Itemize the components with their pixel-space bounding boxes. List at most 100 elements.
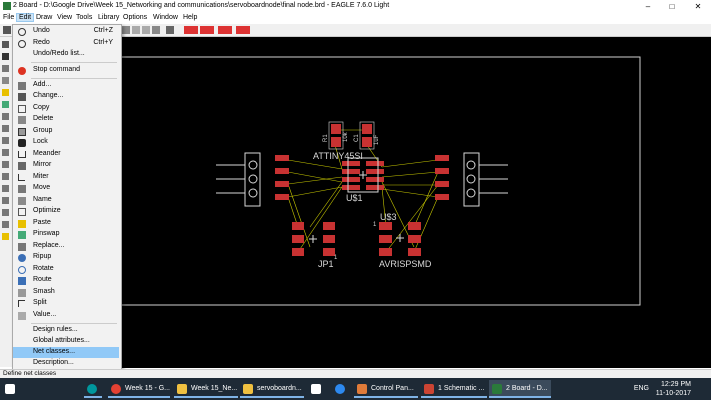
tool-wire-icon[interactable] xyxy=(2,149,9,156)
tool-warning-icon[interactable] xyxy=(2,233,9,240)
taskbar-folder-servoboard[interactable]: servoboardn... xyxy=(240,380,304,398)
tool-auto-icon[interactable] xyxy=(2,209,9,216)
pinswap-icon xyxy=(18,231,26,239)
status-text: Define net classes xyxy=(3,370,57,377)
tool-move-icon[interactable] xyxy=(2,113,9,120)
minimize-icon[interactable]: – xyxy=(640,1,656,12)
menu-item-move[interactable]: Move xyxy=(13,183,119,194)
right-header xyxy=(435,152,508,207)
redo-toolbar-icon[interactable] xyxy=(142,26,150,34)
menu-item-ripup[interactable]: Ripup xyxy=(13,252,119,263)
drc-icon[interactable] xyxy=(184,26,198,34)
add-icon xyxy=(18,82,26,90)
taskbar-edge[interactable] xyxy=(332,380,350,398)
maximize-icon[interactable]: □ xyxy=(664,1,680,12)
stop-icon xyxy=(18,67,26,75)
menu-item-split[interactable]: Split xyxy=(13,298,119,309)
menu-item-mirror[interactable]: Mirror xyxy=(13,160,119,171)
taskbar-folder-week15[interactable]: Week 15_Ne... xyxy=(174,380,238,398)
menu-separator xyxy=(31,323,117,324)
menu-item-smash[interactable]: Smash xyxy=(13,287,119,298)
mirror-icon xyxy=(18,162,26,170)
stop-toolbar-icon[interactable] xyxy=(152,26,160,34)
clock-date[interactable]: 11-10-2017 xyxy=(656,390,691,397)
menu-item-description[interactable]: Description... xyxy=(13,358,119,369)
clock-time[interactable]: 12:29 PM xyxy=(661,381,691,388)
menu-item-lock[interactable]: Lock xyxy=(13,137,119,148)
menu-help[interactable]: Help xyxy=(181,14,199,21)
open-icon[interactable] xyxy=(3,26,11,34)
mcu-ref-label: U$1 xyxy=(346,193,363,203)
split-icon xyxy=(18,300,25,307)
menu-item-add[interactable]: Add... xyxy=(13,80,119,91)
menu-item-redo[interactable]: Redo Ctrl+Y xyxy=(13,38,119,49)
menu-item-value[interactable]: Value... xyxy=(13,310,119,321)
taskbar-eagle-board[interactable]: 2 Board - D... xyxy=(489,380,551,398)
value-icon xyxy=(18,312,26,320)
tool-show-icon[interactable] xyxy=(2,53,9,60)
tool-erc-icon[interactable] xyxy=(2,221,9,228)
menu-item-group[interactable]: Group xyxy=(13,126,119,137)
help-icon[interactable] xyxy=(166,26,174,34)
menu-item-design-rules[interactable]: Design rules... xyxy=(13,325,119,336)
r1-value-label: 10k xyxy=(343,131,349,142)
menu-view[interactable]: View xyxy=(55,14,74,21)
delete-icon xyxy=(18,116,26,124)
undo-toolbar-icon[interactable] xyxy=(132,26,140,34)
tool-mark-icon[interactable] xyxy=(2,77,9,84)
menu-item-undo-redo-list[interactable]: Undo/Redo list... xyxy=(13,49,119,60)
tool-hole-icon[interactable] xyxy=(2,185,9,192)
tool-ratsnest-icon[interactable] xyxy=(2,197,9,204)
menu-item-optimize[interactable]: Optimize xyxy=(13,206,119,217)
close-icon[interactable]: ✕ xyxy=(690,1,706,12)
taskbar-store[interactable] xyxy=(308,380,326,398)
jp1-footprint xyxy=(292,222,335,256)
tool-info-icon[interactable] xyxy=(2,41,9,48)
menu-options[interactable]: Options xyxy=(121,14,149,21)
tool-display-icon[interactable] xyxy=(2,65,9,72)
taskbar-eagle-schematic[interactable]: 1 Schematic ... xyxy=(421,380,487,398)
tool-polygon-icon[interactable] xyxy=(2,161,9,168)
tool-route-icon[interactable] xyxy=(2,101,9,108)
taskbar-control-panel[interactable]: Control Pan... xyxy=(354,380,418,398)
menu-item-route[interactable]: Route xyxy=(13,275,119,286)
taskbar-arduino[interactable] xyxy=(84,380,102,398)
taskbar-chrome[interactable]: Week 15 - G... xyxy=(108,380,170,398)
start-button[interactable] xyxy=(2,380,18,398)
language-indicator[interactable]: ENG xyxy=(634,385,649,392)
erc-icon[interactable] xyxy=(200,26,214,34)
menu-file[interactable]: File xyxy=(1,14,16,21)
smash-icon xyxy=(18,289,26,297)
menu-item-delete[interactable]: Delete xyxy=(13,114,119,125)
script-icon[interactable] xyxy=(236,26,250,34)
menu-item-meander[interactable]: Meander xyxy=(13,149,119,160)
menu-item-stop-command[interactable]: Stop command xyxy=(13,65,119,76)
taskbar: Week 15 - G... Week 15_Ne... servoboardn… xyxy=(0,378,711,400)
chrome-icon xyxy=(111,384,121,394)
menu-edit[interactable]: Edit xyxy=(16,13,35,22)
menu-item-miter[interactable]: Miter xyxy=(13,172,119,183)
menu-draw[interactable]: Draw xyxy=(34,14,54,21)
menu-item-pinswap[interactable]: Pinswap xyxy=(13,229,119,240)
menu-library[interactable]: Library xyxy=(96,14,121,21)
menu-item-paste[interactable]: Paste xyxy=(13,218,119,229)
cursor-icon[interactable] xyxy=(122,26,130,34)
menu-item-rotate[interactable]: Rotate xyxy=(13,264,119,275)
r1-label: R1 xyxy=(323,134,329,142)
board-canvas[interactable]: ATTINY45SI U$1 R1 10k C1 1uF JP1 1 U$3 1… xyxy=(120,37,711,368)
tool-text-icon[interactable] xyxy=(2,137,9,144)
tool-rotate-icon[interactable] xyxy=(2,125,9,132)
menu-item-undo[interactable]: Undo Ctrl+Z xyxy=(13,26,119,37)
tool-paste-icon[interactable] xyxy=(2,89,9,96)
board-drawing: ATTINY45SI U$1 R1 10k C1 1uF JP1 1 U$3 1… xyxy=(120,56,641,306)
menu-item-change[interactable]: Change... xyxy=(13,91,119,102)
menu-item-name[interactable]: Name xyxy=(13,195,119,206)
menu-item-global-attributes[interactable]: Global attributes... xyxy=(13,336,119,347)
menu-item-replace[interactable]: Replace... xyxy=(13,241,119,252)
menu-item-net-classes[interactable]: Net classes... xyxy=(13,347,119,358)
menu-item-copy[interactable]: Copy xyxy=(13,103,119,114)
menu-tools[interactable]: Tools xyxy=(74,14,94,21)
tool-via-icon[interactable] xyxy=(2,173,9,180)
autorouter-icon[interactable] xyxy=(218,26,232,34)
menu-window[interactable]: Window xyxy=(151,14,180,21)
